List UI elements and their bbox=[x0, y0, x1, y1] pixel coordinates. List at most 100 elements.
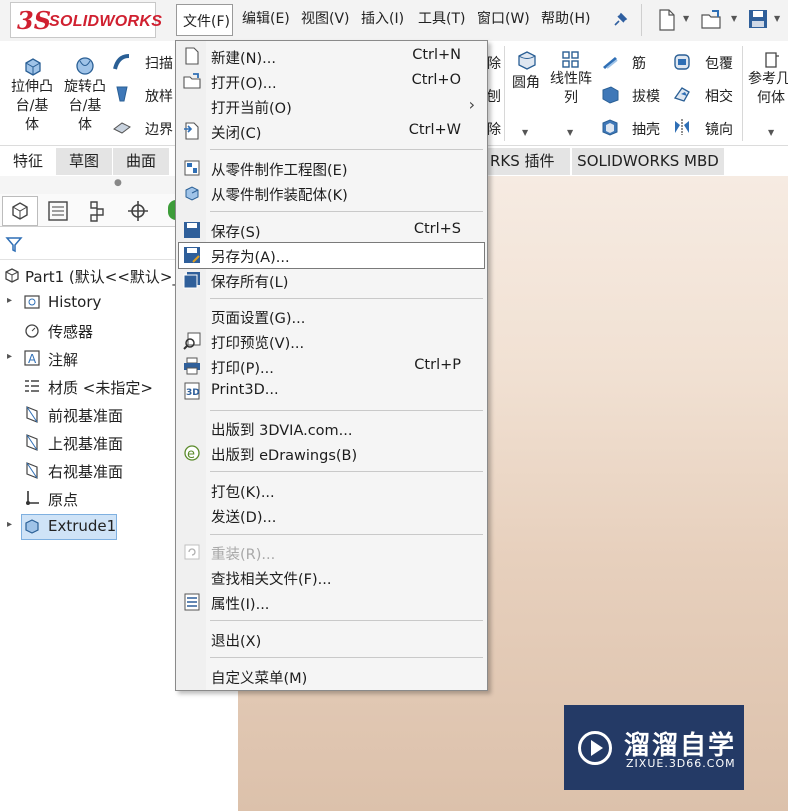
menu-item-new[interactable]: 新建(N)... Ctrl+N bbox=[176, 44, 487, 69]
loft-icon[interactable] bbox=[112, 84, 132, 104]
menu-item-close[interactable]: 关闭(C) Ctrl+W bbox=[176, 119, 487, 144]
menu-help[interactable]: 帮助(H) bbox=[541, 8, 590, 28]
tree-root-part[interactable]: Part1 (默认<<默认>_ bbox=[0, 263, 180, 289]
filter-icon[interactable] bbox=[5, 235, 23, 253]
ribbon-partial-3[interactable]: 除 bbox=[487, 119, 501, 139]
menu-item-find-references[interactable]: 查找相关文件(F)... bbox=[176, 565, 487, 590]
chevron-down-icon[interactable]: ▼ bbox=[768, 128, 774, 137]
tab-feature-manager[interactable] bbox=[2, 196, 38, 226]
tree-item-material[interactable]: 材质 <未指定> bbox=[0, 374, 176, 400]
menu-item-customize-menu[interactable]: 自定义菜单(M) bbox=[176, 664, 487, 689]
menu-item-send[interactable]: 发送(D)... bbox=[176, 503, 487, 528]
chevron-down-icon[interactable]: ▼ bbox=[683, 14, 689, 23]
menu-item-publish-3dvia[interactable]: 出版到 3DVIA.com... bbox=[176, 416, 487, 441]
revolve-boss-label[interactable]: 旋转凸 台/基 体 bbox=[60, 78, 110, 135]
menu-item-print[interactable]: 打印(P)... Ctrl+P bbox=[176, 354, 487, 379]
tab-solidworks-mbd[interactable]: SOLIDWORKS MBD bbox=[572, 148, 724, 175]
tab-surfaces[interactable]: 曲面 bbox=[113, 148, 169, 175]
boundary-label[interactable]: 边界 bbox=[145, 119, 173, 139]
tree-item-history[interactable]: ▸ History bbox=[0, 290, 176, 316]
sweep-icon[interactable] bbox=[112, 52, 132, 72]
dimxpert-manager-icon[interactable] bbox=[127, 200, 149, 222]
menu-item-pack-and-go[interactable]: 打包(K)... bbox=[176, 478, 487, 503]
svg-text:A: A bbox=[28, 352, 37, 366]
menu-item-print3d[interactable]: 3D Print3D... bbox=[176, 379, 487, 404]
assembly-from-part-icon bbox=[185, 186, 199, 201]
ribbon-partial-1[interactable]: 除 bbox=[487, 53, 501, 73]
boundary-icon[interactable] bbox=[112, 117, 132, 137]
menu-insert[interactable]: 插入(I) bbox=[361, 8, 404, 28]
chevron-down-icon[interactable]: ▼ bbox=[567, 128, 573, 137]
extrude-boss-label[interactable]: 拉伸凸 台/基 体 bbox=[8, 78, 56, 135]
chevron-down-icon[interactable]: ▼ bbox=[774, 14, 780, 23]
menu-item-open-current[interactable]: 打开当前(O) › bbox=[176, 94, 487, 119]
ribbon-partial-2[interactable]: 刨 bbox=[487, 86, 501, 106]
save-disk-icon[interactable] bbox=[748, 9, 768, 29]
menu-item-open[interactable]: 打开(O)... Ctrl+O bbox=[176, 69, 487, 94]
tree-label-annotations: 注解 bbox=[48, 351, 79, 369]
printer-icon bbox=[184, 357, 200, 375]
menu-edit[interactable]: 编辑(E) bbox=[242, 8, 290, 28]
rib-label[interactable]: 筋 bbox=[632, 53, 646, 73]
tree-item-front-plane[interactable]: 前视基准面 bbox=[0, 402, 176, 428]
linear-pattern-label[interactable]: 线性阵 列 bbox=[546, 70, 596, 108]
menu-item-save-as[interactable]: 另存为(A)... bbox=[178, 242, 485, 269]
pin-icon[interactable] bbox=[612, 12, 628, 28]
tab-sketch[interactable]: 草图 bbox=[56, 148, 112, 175]
intersect-icon[interactable] bbox=[672, 84, 692, 104]
wrap-icon[interactable] bbox=[672, 52, 692, 72]
property-manager-icon[interactable] bbox=[47, 200, 69, 222]
wrap-label[interactable]: 包覆 bbox=[705, 53, 733, 73]
draft-icon[interactable] bbox=[600, 84, 620, 104]
tree-item-origin[interactable]: 原点 bbox=[0, 486, 176, 512]
rib-icon[interactable] bbox=[600, 52, 620, 72]
expand-arrow-icon[interactable]: ▸ bbox=[7, 295, 12, 306]
open-folder-icon[interactable] bbox=[700, 8, 724, 32]
intersect-label[interactable]: 相交 bbox=[705, 86, 733, 106]
ribbon-divider bbox=[742, 46, 743, 141]
reference-geometry-label[interactable]: 参考几 何体 bbox=[748, 70, 788, 108]
chevron-down-icon[interactable]: ▼ bbox=[731, 14, 737, 23]
tree-item-top-plane[interactable]: 上视基准面 bbox=[0, 430, 176, 456]
revolve-boss-icon[interactable] bbox=[74, 55, 96, 77]
configuration-manager-icon[interactable] bbox=[86, 200, 108, 222]
new-document-icon[interactable] bbox=[657, 9, 677, 31]
tree-item-extrude1[interactable]: ▸ Extrude1 bbox=[0, 514, 176, 540]
extrude-boss-icon[interactable] bbox=[22, 55, 44, 77]
sweep-label[interactable]: 扫描 bbox=[145, 53, 173, 73]
tab-features[interactable]: 特征 bbox=[2, 148, 54, 175]
mirror-label[interactable]: 镜向 bbox=[705, 119, 733, 139]
ds-logo-mark: 3S bbox=[17, 6, 52, 35]
menu-tools[interactable]: 工具(T) bbox=[418, 8, 465, 28]
menu-item-properties[interactable]: 属性(I)... bbox=[176, 590, 487, 615]
expand-arrow-icon[interactable]: ▸ bbox=[7, 351, 12, 362]
menu-file[interactable]: 文件(F) bbox=[176, 4, 233, 36]
loft-label[interactable]: 放样 bbox=[145, 86, 173, 106]
linear-pattern-icon[interactable] bbox=[561, 50, 581, 70]
menu-view[interactable]: 视图(V) bbox=[301, 8, 350, 28]
menu-item-save[interactable]: 保存(S) Ctrl+S bbox=[176, 218, 487, 243]
tree-item-right-plane[interactable]: 右视基准面 bbox=[0, 458, 176, 484]
tree-item-sensors[interactable]: 传感器 bbox=[0, 318, 176, 344]
tab-solidworks-addins[interactable]: RKS 插件 bbox=[488, 148, 570, 175]
reference-geometry-icon[interactable] bbox=[762, 50, 782, 70]
menu-item-make-assembly[interactable]: 从零件制作装配体(K) bbox=[176, 181, 487, 206]
menu-item-exit[interactable]: 退出(X) bbox=[176, 627, 487, 652]
expand-arrow-icon[interactable]: ▸ bbox=[7, 519, 12, 530]
fillet-label[interactable]: 圆角 bbox=[512, 72, 540, 92]
chevron-down-icon[interactable]: ▼ bbox=[522, 128, 528, 137]
menu-item-page-setup[interactable]: 页面设置(G)... bbox=[176, 304, 487, 329]
mirror-icon[interactable] bbox=[672, 117, 692, 137]
splitter-handle-icon[interactable]: ● bbox=[114, 178, 122, 188]
shell-label[interactable]: 抽壳 bbox=[632, 119, 660, 139]
draft-label[interactable]: 拔模 bbox=[632, 86, 660, 106]
menu-item-make-drawing[interactable]: 从零件制作工程图(E) bbox=[176, 156, 487, 181]
menu-window[interactable]: 窗口(W) bbox=[477, 8, 530, 28]
tree-item-annotations[interactable]: ▸ A 注解 bbox=[0, 346, 176, 372]
menu-item-save-all[interactable]: 保存所有(L) bbox=[176, 268, 487, 293]
fillet-icon[interactable] bbox=[516, 50, 538, 70]
menu-item-publish-edrawings[interactable]: e 出版到 eDrawings(B) bbox=[176, 441, 487, 466]
solidworks-logo[interactable]: 3S SOLIDWORKS bbox=[10, 2, 162, 38]
shell-icon[interactable] bbox=[600, 117, 620, 137]
menu-item-print-preview[interactable]: 打印预览(V)... bbox=[176, 329, 487, 354]
